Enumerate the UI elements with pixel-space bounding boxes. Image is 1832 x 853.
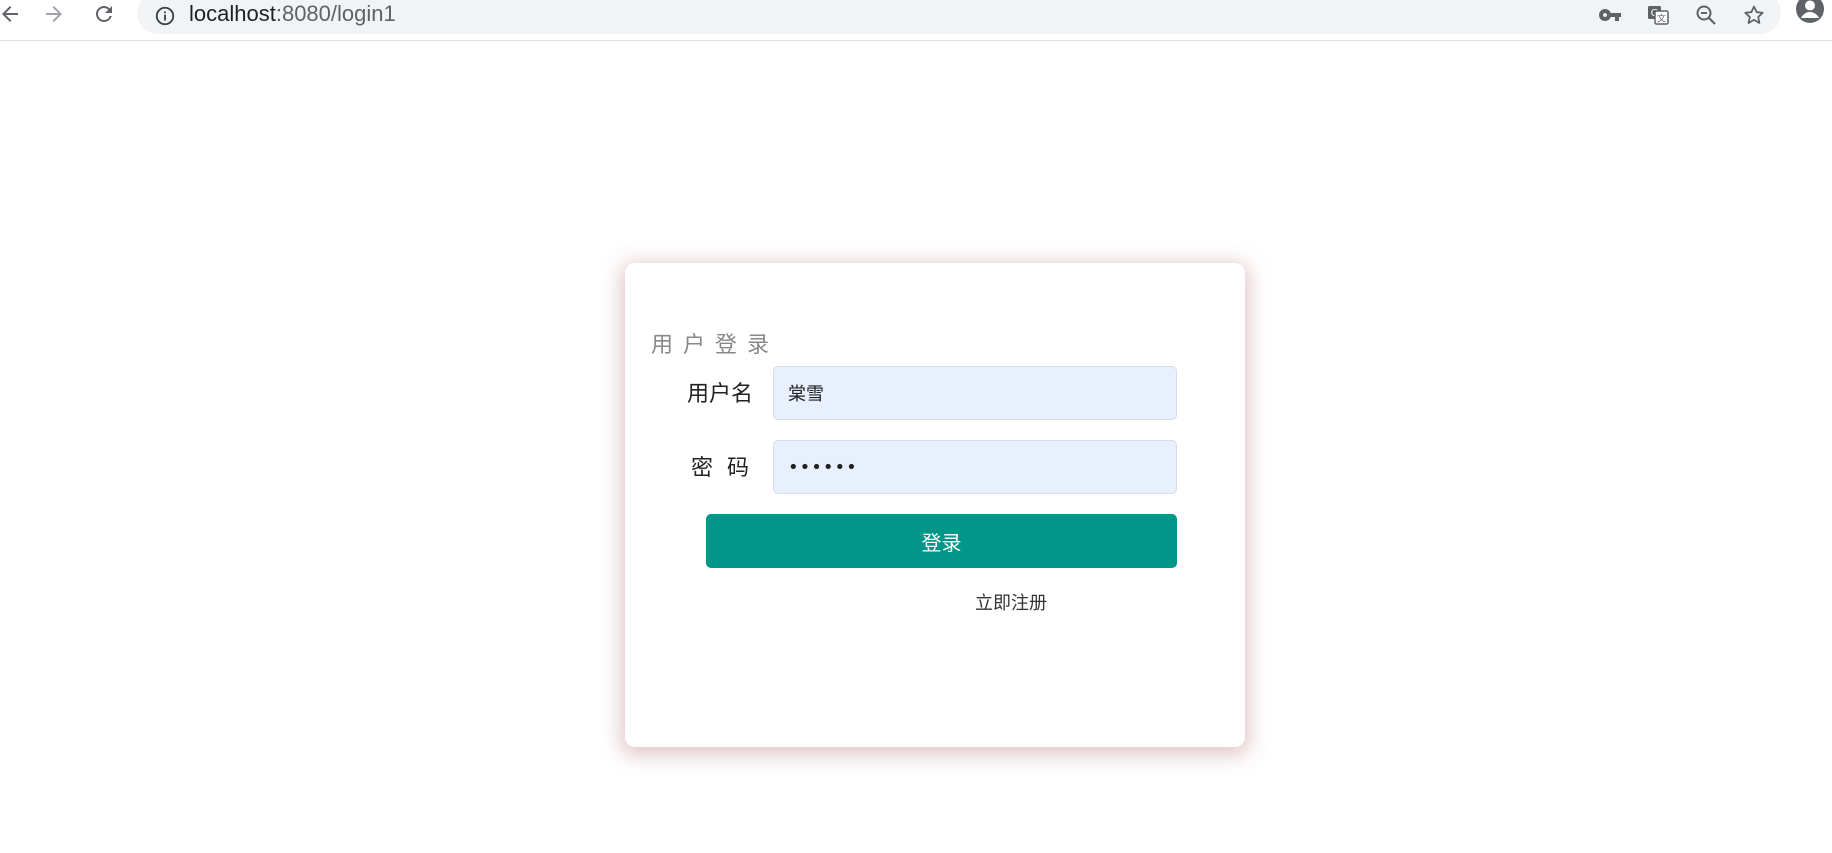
- register-link[interactable]: 立即注册: [975, 589, 1047, 615]
- translate-icon[interactable]: G 文: [1645, 2, 1671, 28]
- forward-button[interactable]: [38, 0, 70, 28]
- key-icon[interactable]: [1597, 2, 1623, 28]
- back-button[interactable]: [0, 0, 26, 28]
- zoom-out-icon[interactable]: [1693, 2, 1719, 28]
- login-card: 用户登录 用户名 密码 登录 立即注册: [625, 263, 1245, 747]
- url-path: :8080/login1: [275, 1, 396, 26]
- username-label: 用户名: [687, 382, 754, 407]
- profile-icon[interactable]: [1795, 0, 1825, 24]
- arrow-right-icon: [46, 6, 62, 22]
- info-icon[interactable]: [153, 4, 177, 28]
- url-host: localhost: [189, 1, 276, 26]
- arrow-left-icon: [2, 6, 18, 22]
- login-button[interactable]: 登录: [706, 514, 1177, 568]
- password-label: 密码: [691, 456, 764, 481]
- username-input[interactable]: [773, 366, 1177, 420]
- reload-icon: [96, 5, 112, 22]
- svg-text:文: 文: [1657, 13, 1666, 25]
- address-bar[interactable]: localhost:8080/login1 G 文: [137, 0, 1781, 34]
- browser-toolbar: localhost:8080/login1 G 文: [0, 0, 1832, 41]
- login-title: 用户登录: [651, 333, 780, 358]
- star-icon[interactable]: [1741, 2, 1767, 28]
- password-input[interactable]: [773, 440, 1177, 494]
- reload-button[interactable]: [88, 0, 120, 28]
- url-text[interactable]: localhost:8080/login1: [189, 1, 396, 26]
